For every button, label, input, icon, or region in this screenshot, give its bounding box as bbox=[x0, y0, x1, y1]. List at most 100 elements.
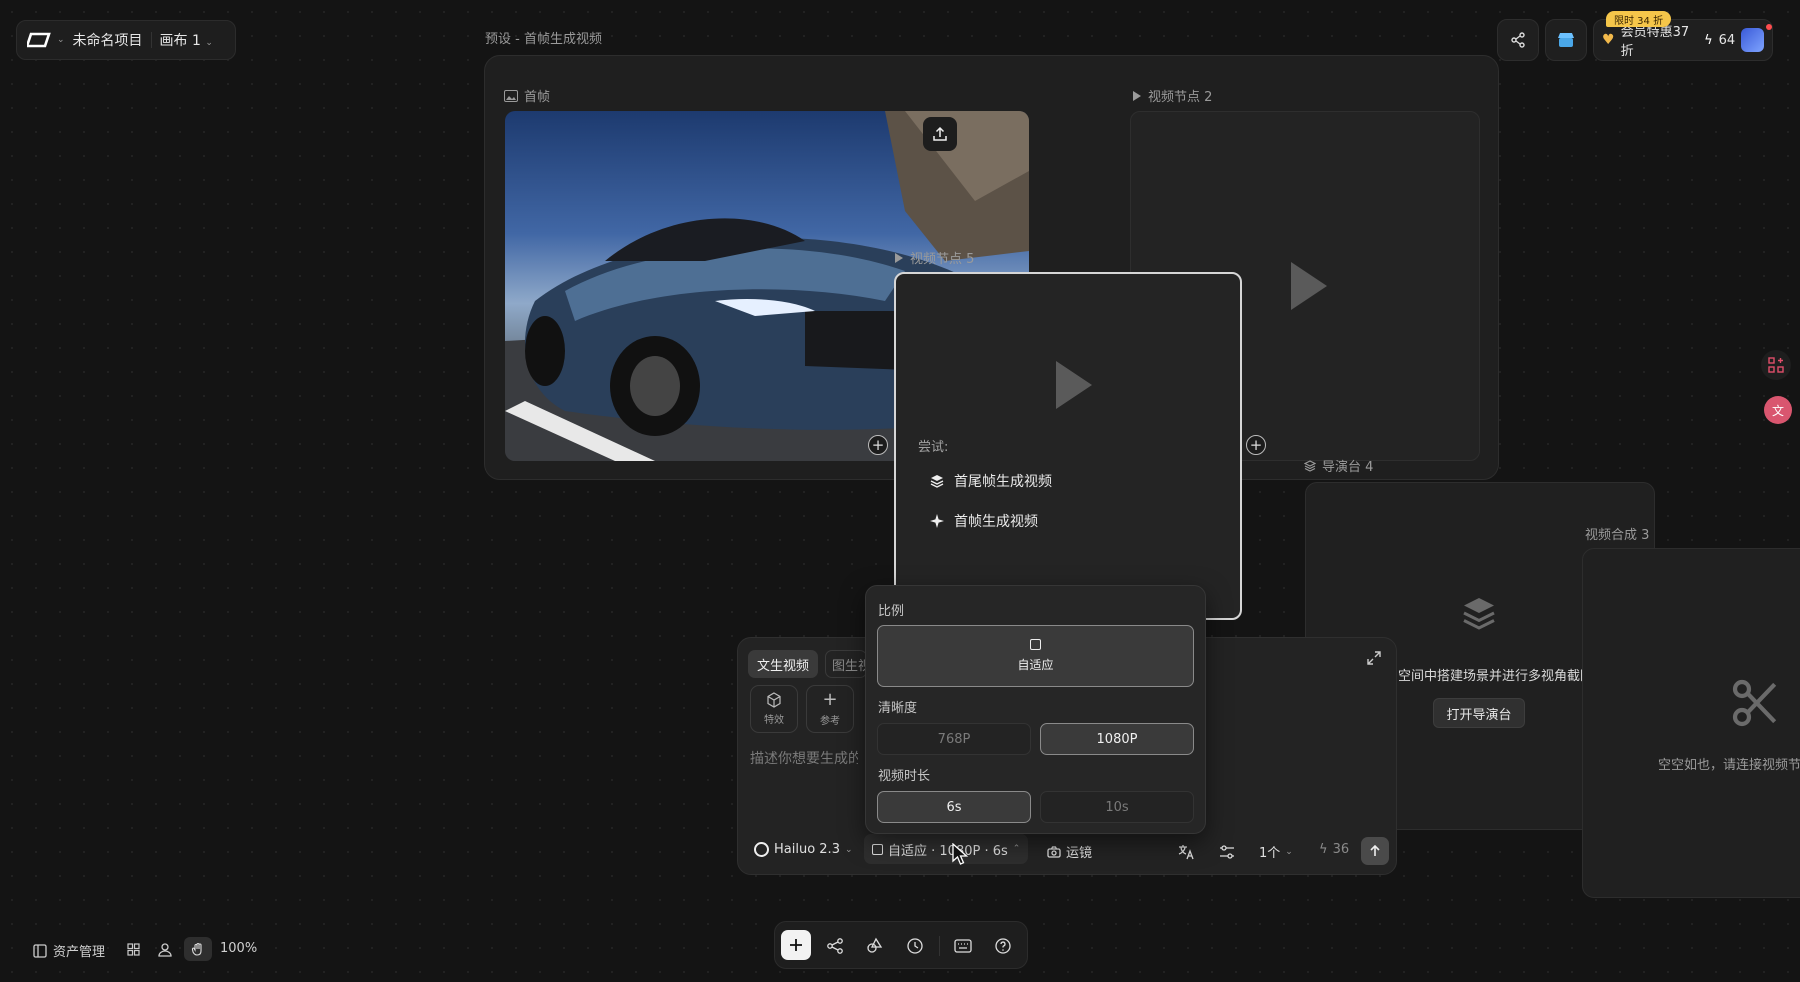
settings-summary: 自适应 · 1080P · 6s bbox=[888, 843, 1008, 859]
resolution-label: 清晰度 bbox=[878, 701, 918, 716]
mouse-cursor bbox=[952, 843, 969, 865]
send-button[interactable] bbox=[1361, 837, 1389, 865]
option-label: 首尾帧生成视频 bbox=[954, 474, 1052, 490]
camera-motion-button[interactable]: 运镜 bbox=[1047, 842, 1092, 861]
square-icon bbox=[872, 843, 883, 855]
canvas-selector[interactable]: 画布 1 ⌄ bbox=[160, 30, 213, 50]
plus-icon: + bbox=[822, 689, 838, 710]
plus-icon: + bbox=[871, 435, 885, 454]
play-icon bbox=[1291, 262, 1327, 310]
translate-icon[interactable] bbox=[1178, 844, 1194, 860]
effects-label: 特效 bbox=[764, 715, 784, 726]
add-connection-button[interactable]: + bbox=[1246, 435, 1266, 455]
shapes-button[interactable] bbox=[863, 934, 887, 958]
effects-button[interactable]: 特效 bbox=[750, 685, 798, 733]
asset-manager-button[interactable]: 资产管理 bbox=[33, 941, 105, 960]
chevron-up-icon: ⌃ bbox=[1012, 844, 1021, 854]
store-button[interactable] bbox=[1545, 19, 1587, 61]
composite-label: 视频合成 3 bbox=[1585, 528, 1650, 543]
sparkle-icon bbox=[930, 514, 944, 528]
add-node-button[interactable] bbox=[781, 930, 811, 960]
bottom-dock bbox=[774, 921, 1028, 969]
workflow-button[interactable] bbox=[823, 934, 847, 958]
grid-icon[interactable] bbox=[127, 943, 140, 956]
director-label: 导演台 4 bbox=[1304, 456, 1373, 475]
chevron-down-icon: ⌄ bbox=[844, 844, 853, 855]
upload-icon bbox=[933, 126, 947, 141]
duration-label: 视频时长 bbox=[878, 769, 931, 784]
reference-label: 参考 bbox=[820, 716, 840, 727]
plus-icon: + bbox=[1249, 435, 1263, 454]
translate-assistant-button[interactable]: 文 bbox=[1764, 396, 1792, 424]
divider bbox=[150, 32, 152, 48]
cube-icon bbox=[767, 692, 781, 708]
director-title: 导演台 4 bbox=[1322, 460, 1374, 475]
model-selector[interactable]: Hailuo 2.3 ⌄ bbox=[754, 842, 853, 857]
pan-mode-button[interactable] bbox=[184, 937, 212, 961]
video-node-5[interactable]: 尝试: 首尾帧生成视频 首帧生成视频 bbox=[894, 272, 1242, 620]
play-small-icon bbox=[1133, 90, 1141, 101]
history-button[interactable] bbox=[903, 934, 927, 958]
shapes-icon bbox=[867, 937, 883, 953]
dock-divider bbox=[939, 936, 940, 956]
user-icon[interactable] bbox=[158, 942, 172, 957]
keyboard-icon bbox=[954, 939, 972, 953]
upload-button[interactable] bbox=[923, 117, 957, 151]
chevron-down-icon: ⌄ bbox=[1285, 846, 1293, 857]
expand-icon[interactable] bbox=[1366, 650, 1382, 666]
share-button[interactable] bbox=[1497, 19, 1539, 61]
ratio-label: 比例 bbox=[878, 604, 905, 619]
tab-text-to-video[interactable]: 文生视频 bbox=[748, 650, 819, 678]
camera-label: 运镜 bbox=[1066, 846, 1093, 861]
logo-icon bbox=[27, 32, 51, 48]
project-name[interactable]: 未命名项目 bbox=[73, 30, 143, 50]
open-director-button[interactable]: 打开导演台 bbox=[1433, 698, 1525, 728]
chevron-down-icon: ⌄ bbox=[57, 35, 65, 45]
resolution-768p[interactable]: 768P bbox=[877, 723, 1031, 755]
first-last-frame-option[interactable]: 首尾帧生成视频 bbox=[930, 471, 1052, 491]
first-frame-option[interactable]: 首帧生成视频 bbox=[930, 511, 1038, 531]
app-menu[interactable]: ⌄ bbox=[27, 31, 65, 49]
asset-manager-label: 资产管理 bbox=[53, 945, 106, 960]
square-icon bbox=[1030, 639, 1041, 650]
try-label: 尝试: bbox=[918, 440, 949, 455]
hand-icon bbox=[191, 942, 202, 956]
apps-button[interactable] bbox=[1761, 350, 1791, 380]
prompt-input[interactable]: 描述你想要生成的画面 bbox=[750, 748, 858, 768]
tab-image-to-video[interactable]: 图生视频 bbox=[825, 650, 867, 678]
composite-empty-text: 空空如也，请连接视频节点 bbox=[1658, 758, 1800, 773]
project-bar: ⌄ 未命名项目 画布 1 ⌄ bbox=[16, 20, 236, 60]
keyboard-button[interactable] bbox=[951, 934, 975, 958]
bolt-icon: ϟ bbox=[1704, 32, 1713, 48]
video-composite-node[interactable]: 空空如也，请连接视频节点 bbox=[1582, 548, 1800, 898]
video-node-2-label: 视频节点 2 bbox=[1132, 86, 1212, 105]
play-icon bbox=[1056, 361, 1092, 409]
duration-10s[interactable]: 10s bbox=[1040, 791, 1194, 823]
help-button[interactable] bbox=[991, 934, 1015, 958]
reference-button[interactable]: + 参考 bbox=[806, 685, 854, 733]
plus-icon bbox=[790, 939, 802, 951]
model-name: Hailuo 2.3 bbox=[774, 842, 840, 857]
avatar[interactable] bbox=[1741, 28, 1764, 52]
ratio-option-adaptive[interactable]: 自适应 bbox=[877, 625, 1194, 687]
resolution-1080p[interactable]: 1080P bbox=[1040, 723, 1194, 755]
duration-6s[interactable]: 6s bbox=[877, 791, 1031, 823]
settings-popover: 比例 自适应 清晰度 768P 1080P 视频时长 6s 10s bbox=[865, 585, 1206, 834]
notification-dot bbox=[1766, 24, 1772, 30]
layers-icon bbox=[930, 475, 944, 488]
settings-selector[interactable]: 自适应 · 1080P · 6s ⌃ bbox=[864, 834, 1029, 864]
first-frame-title: 首帧 bbox=[524, 90, 551, 105]
layers-small-icon bbox=[1304, 459, 1316, 472]
translate-icon: 文 bbox=[1771, 403, 1784, 418]
layers-icon bbox=[1463, 598, 1495, 630]
panel-icon bbox=[33, 943, 47, 958]
video-node-5-label: 视频节点 5 bbox=[894, 248, 974, 267]
first-frame-label: 首帧 bbox=[504, 86, 550, 105]
option-label: 首帧生成视频 bbox=[954, 514, 1038, 530]
cost-display: ϟ 36 bbox=[1319, 842, 1349, 857]
sliders-icon[interactable] bbox=[1219, 844, 1235, 860]
count-selector[interactable]: 1个 ⌄ bbox=[1259, 842, 1293, 861]
zoom-level[interactable]: 100% bbox=[220, 941, 257, 956]
scissors-icon bbox=[1732, 679, 1777, 727]
add-connection-button[interactable]: + bbox=[868, 435, 888, 455]
